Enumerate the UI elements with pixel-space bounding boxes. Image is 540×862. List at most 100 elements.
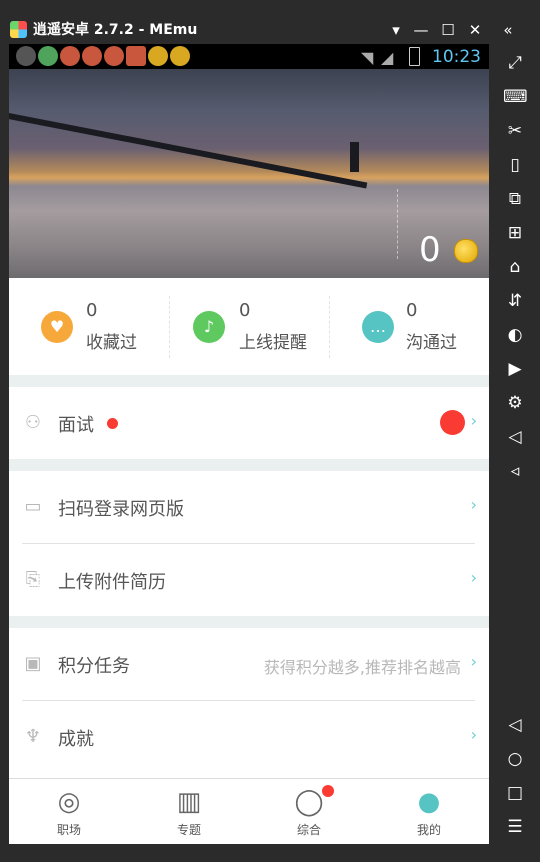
mouse-icon[interactable]: ◐	[503, 323, 527, 347]
apk-install-icon[interactable]: ⊞	[503, 221, 527, 245]
interview-icon: ⚇	[24, 412, 42, 433]
stat-count: 0	[406, 300, 418, 321]
emulator-toolbar: ⤢ ⌨ ✂ ▯ ⧉ ⊞ ⌂ ⇵ ◐ ▶ ⚙ ◁ ◃ ◁ ○ □ ☰	[489, 44, 540, 862]
chevron-right-icon: ›	[470, 652, 477, 671]
close-button[interactable]: ✕	[463, 18, 487, 42]
status-badge	[440, 410, 465, 435]
chevron-right-icon: ›	[470, 495, 477, 514]
attachment-icon: ⎘	[25, 569, 41, 590]
row-label: 成就	[58, 729, 94, 750]
notification-dot	[322, 785, 334, 797]
tab-topics[interactable]: ▥ 专题	[129, 779, 249, 844]
stat-contacted[interactable]: … 0 沟通过	[329, 278, 489, 375]
notification-dot	[107, 418, 118, 429]
tab-label: 职场	[56, 823, 81, 837]
volume-up-icon[interactable]: ◁	[503, 425, 527, 449]
shake-icon[interactable]: ▯	[503, 153, 527, 177]
keyboard-icon[interactable]: ⌨	[503, 85, 528, 109]
puzzle-app-icon	[38, 46, 58, 66]
row-label: 积分任务	[58, 656, 130, 677]
maximize-button[interactable]: ☐	[436, 18, 460, 42]
notification-app-icon	[104, 46, 124, 66]
menu-row-points-task[interactable]: ▣ 积分任务 获得积分越多,推荐排名越高 ›	[9, 628, 489, 700]
emulator-frame	[0, 844, 489, 862]
chevron-right-icon: ›	[470, 568, 477, 587]
stat-label: 上线提醒	[239, 333, 307, 353]
notification-app-icon	[60, 46, 80, 66]
minimize-button[interactable]: —	[409, 18, 433, 42]
tab-label: 专题	[176, 823, 201, 837]
bell-icon: ♪	[193, 311, 225, 343]
menu-dropdown-icon[interactable]: ▾	[384, 18, 408, 42]
emulator-titlebar: 逍遥安卓 2.7.2 - MEmu ▾ — ☐ ✕ «	[0, 0, 540, 44]
taobao-app-icon	[126, 46, 146, 66]
section-gap	[9, 616, 489, 628]
stat-count: 0	[239, 300, 251, 321]
scissors-icon[interactable]: ✂	[503, 119, 527, 143]
stat-online-reminder[interactable]: ♪ 0 上线提醒	[169, 278, 329, 375]
points-value[interactable]: 0	[419, 229, 441, 271]
trophy-icon: ♆	[24, 726, 42, 747]
points-task-icon: ▣	[24, 653, 42, 674]
bottom-tab-bar: ◎ 职场 ▥ 专题 ◯ 综合 ● 我的	[9, 778, 489, 844]
more-menu-icon[interactable]: ☰	[503, 815, 527, 839]
stat-label: 收藏过	[86, 333, 137, 353]
tab-workplace[interactable]: ◎ 职场	[9, 779, 129, 844]
tab-label: 我的	[416, 823, 441, 837]
wifi-icon: ◥	[361, 48, 374, 67]
profile-header-banner: 0	[9, 69, 489, 278]
menu-row-achievement[interactable]: ♆ 成就 ›	[9, 701, 489, 773]
chevron-right-icon: ›	[470, 411, 477, 430]
home-icon[interactable]: ○	[503, 747, 527, 771]
moon-app-icon	[148, 46, 168, 66]
tab-label: 综合	[296, 823, 321, 837]
memu-logo-icon	[10, 21, 27, 38]
building-icon: ▥	[176, 787, 202, 817]
chevron-right-icon: ›	[470, 725, 477, 744]
hero-divider	[397, 189, 399, 259]
window-title: 逍遥安卓 2.7.2 - MEmu	[33, 22, 198, 38]
row-label: 上传附件简历	[58, 572, 166, 593]
shield-app-icon	[16, 46, 36, 66]
status-time: 10:23	[432, 47, 481, 67]
notification-app-icon	[82, 46, 102, 66]
row-label: 面试	[58, 415, 94, 436]
stat-favorited[interactable]: ♥ 0 收藏过	[9, 278, 169, 375]
moon-app-icon	[170, 46, 190, 66]
monitor-icon: ▭	[24, 496, 42, 517]
stats-panel: ♥ 0 收藏过 ♪ 0 上线提醒 … 0 沟通过	[9, 278, 489, 375]
android-screen: ◥ ◢ 10:23 0 ♥ 0 收藏过 ♪ 0 上线提醒 … 0 沟通过 ⚇ 面…	[9, 44, 489, 844]
recent-apps-icon[interactable]: □	[503, 781, 527, 805]
bridge-image	[9, 113, 368, 189]
collapse-sidebar-icon[interactable]: «	[496, 18, 520, 42]
stat-label: 沟通过	[406, 333, 457, 353]
back-icon[interactable]: ◁	[503, 713, 527, 737]
settings-icon[interactable]: ⚙	[503, 391, 527, 415]
rotate-icon[interactable]: ⧉	[503, 187, 527, 211]
menu-row-upload-resume[interactable]: ⎘ 上传附件简历 ›	[9, 544, 489, 616]
clean-icon[interactable]: ⌂	[503, 255, 527, 279]
fullscreen-icon[interactable]: ⤢	[503, 51, 527, 75]
row-label: 扫码登录网页版	[58, 499, 184, 520]
bridge-tower-image	[350, 142, 359, 172]
menu-row-scan-login[interactable]: ▭ 扫码登录网页版 ›	[9, 471, 489, 543]
coin-icon[interactable]	[454, 239, 478, 263]
signal-icon: ◢	[381, 48, 394, 67]
section-gap	[9, 375, 489, 387]
battery-icon	[409, 47, 420, 66]
person-icon: ●	[417, 787, 441, 817]
menu-group-account: ▭ 扫码登录网页版 › ⎘ 上传附件简历 ›	[9, 471, 489, 616]
tab-general[interactable]: ◯ 综合	[249, 779, 369, 844]
record-icon[interactable]: ▶	[503, 357, 527, 381]
volume-down-icon[interactable]: ◃	[503, 459, 527, 483]
row-hint: 获得积分越多,推荐排名越高	[263, 658, 461, 677]
tab-mine[interactable]: ● 我的	[369, 779, 489, 844]
file-share-icon[interactable]: ⇵	[503, 289, 527, 313]
status-bar: ◥ ◢ 10:23	[9, 44, 489, 69]
menu-group-rewards: ▣ 积分任务 获得积分越多,推荐排名越高 › ♆ 成就 ›	[9, 628, 489, 778]
planet-icon: ◎	[57, 787, 81, 817]
menu-row-interview[interactable]: ⚇ 面试 ›	[9, 387, 489, 459]
stat-count: 0	[86, 300, 98, 321]
chat-bubble-icon: …	[362, 311, 394, 343]
heart-icon: ♥	[41, 311, 73, 343]
